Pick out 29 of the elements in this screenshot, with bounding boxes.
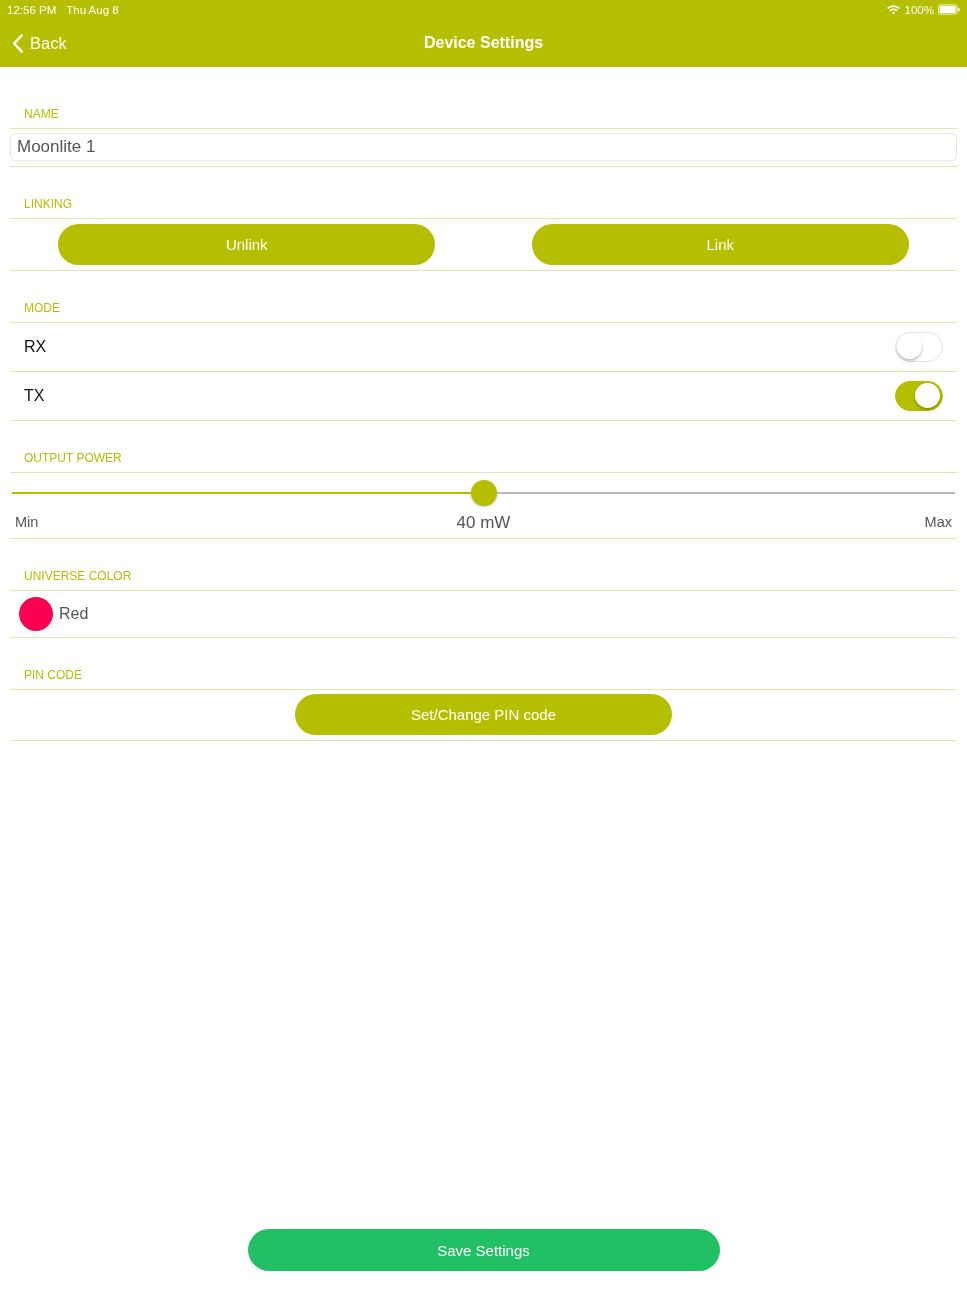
status-time: 12:56 PM — [7, 3, 57, 16]
section-header: MODE — [24, 301, 60, 315]
slider-min-label: Min — [15, 513, 40, 530]
link-action-button[interactable]: Link — [531, 224, 909, 265]
status-date: Thu Aug 8 — [66, 3, 119, 16]
toggle-switch[interactable] — [895, 381, 943, 411]
battery-icon — [938, 4, 960, 15]
battery-percentage: 100% — [904, 3, 934, 16]
mode-label: TX — [24, 387, 45, 405]
back-button[interactable]: Back — [0, 33, 67, 53]
section-header: OUTPUT POWER — [24, 451, 122, 465]
screen-title: Device Settings — [423, 34, 544, 52]
color-dot-icon[interactable] — [19, 597, 53, 631]
section-header: PIN CODE — [24, 668, 82, 682]
wifi-icon — [885, 4, 901, 15]
slider-max-label: Max — [924, 513, 952, 530]
section-header: UNIVERSE COLOR — [24, 569, 132, 583]
name-input-field[interactable]: Moonlite 1 — [10, 133, 957, 161]
color-name: Red — [59, 605, 89, 623]
pin-code-button[interactable]: Set/Change PIN code — [295, 694, 672, 735]
section-header: LINKING — [24, 197, 72, 211]
mode-label: RX — [24, 338, 47, 356]
section-header: NAME — [24, 107, 59, 121]
chevron-left-icon — [12, 33, 24, 53]
power-reading: 40 mW — [456, 512, 511, 533]
save-settings-button[interactable]: Save Settings — [247, 1229, 720, 1271]
slider-thumb[interactable] — [470, 480, 497, 506]
link-action-button[interactable]: Unlink — [58, 224, 436, 265]
output-power-slider[interactable] — [12, 480, 955, 506]
